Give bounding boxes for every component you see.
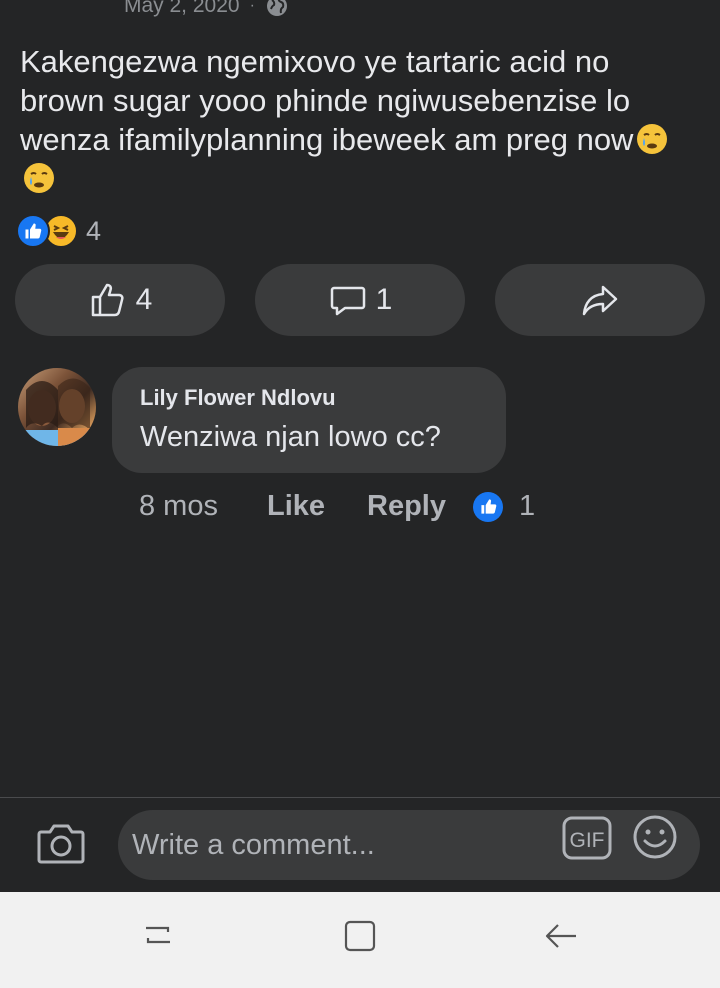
meta-separator: · — [249, 0, 255, 14]
system-navigation-bar — [0, 892, 720, 988]
emoji-picker-icon[interactable] — [632, 814, 678, 860]
recent-apps-icon[interactable] — [138, 916, 178, 956]
comment-author[interactable]: Lily Flower Ndlovu — [140, 385, 506, 411]
like-count: 4 — [135, 283, 153, 316]
comment-bubble[interactable]: Lily Flower Ndlovu Wenziwa njan lowo cc? — [112, 367, 506, 473]
comment-time[interactable]: 8 mos — [139, 490, 267, 523]
reactions-summary[interactable]: 4 — [16, 214, 101, 248]
comment-input[interactable]: Write a comment... — [118, 810, 700, 880]
comment-count: 1 — [375, 283, 393, 316]
comment-icon — [330, 286, 365, 316]
crying-face-emoji — [637, 124, 668, 154]
like-reaction-icon — [16, 214, 50, 248]
back-icon[interactable] — [542, 916, 582, 956]
post-text: Kakengezwa ngemixovo ye tartaric acid no… — [20, 42, 700, 198]
crying-face-emoji — [24, 163, 54, 193]
post-meta: May 2, 2020 · — [124, 0, 289, 18]
post-date[interactable]: May 2, 2020 — [124, 0, 240, 18]
comment-composer: Write a comment... GIF — [0, 797, 720, 892]
commenter-avatar[interactable] — [18, 368, 96, 446]
home-icon[interactable] — [340, 916, 380, 956]
share-button[interactable] — [495, 264, 705, 336]
gif-icon[interactable]: GIF — [562, 816, 612, 860]
comment-actions: 8 mos Like Reply 1 — [139, 490, 535, 523]
comment-reaction-count: 1 — [519, 490, 536, 522]
reaction-count: 4 — [86, 215, 102, 246]
globe-icon — [266, 0, 287, 16]
comment-text: Wenziwa njan lowo cc? — [140, 421, 441, 453]
like-button[interactable]: 4 — [15, 264, 225, 336]
thumbs-up-icon — [91, 283, 124, 317]
comment-reply-button[interactable]: Reply — [367, 490, 473, 523]
comment-like-button[interactable]: Like — [267, 490, 367, 523]
share-icon — [582, 285, 618, 316]
comment-button[interactable]: 1 — [255, 264, 465, 336]
comment-like-reaction-icon[interactable] — [473, 491, 503, 522]
gif-label: GIF — [570, 829, 605, 852]
post-body: Kakengezwa ngemixovo ye tartaric acid no… — [20, 44, 634, 157]
camera-icon[interactable] — [36, 820, 86, 866]
